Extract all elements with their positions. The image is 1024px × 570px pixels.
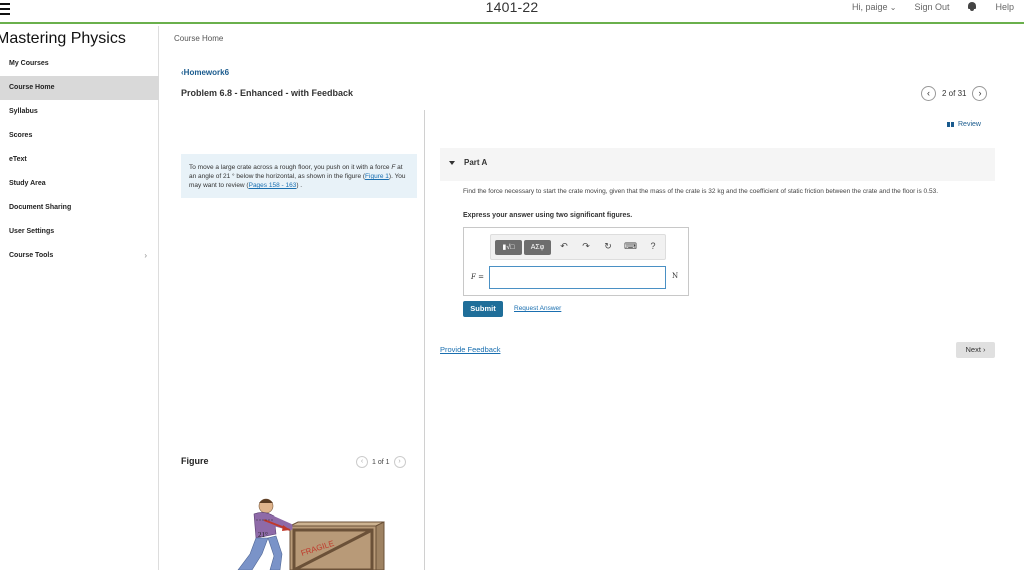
sidebar-item-syllabus[interactable]: Syllabus — [0, 100, 159, 124]
answer-input[interactable] — [489, 266, 666, 289]
angle-label: 21° — [258, 531, 268, 539]
back-link[interactable]: ‹Homework6 — [181, 68, 229, 77]
pages-link[interactable]: Pages 158 - 163 — [249, 182, 297, 189]
provide-feedback-link[interactable]: Provide Feedback — [440, 345, 500, 354]
figure-image: FRAGILE 21° — [228, 492, 388, 570]
next-button[interactable]: Next › — [956, 342, 995, 358]
back-link-label: Homework6 — [183, 68, 230, 77]
sidebar: Mastering Physics My Courses Course Home… — [0, 26, 159, 570]
figure-link[interactable]: Figure 1 — [365, 173, 389, 180]
math-toolbar: ▮√□ ΑΣφ ↶ ↷ ↻ ⌨ ? — [490, 234, 666, 260]
request-answer-link[interactable]: Request Answer — [514, 305, 561, 312]
unit-label: N — [672, 272, 679, 280]
prev-problem-button[interactable]: ‹ — [921, 86, 936, 101]
undo-icon[interactable]: ↶ — [558, 241, 570, 252]
crate-push-illustration: FRAGILE 21° — [237, 498, 385, 570]
part-label: Part A — [464, 158, 488, 167]
bell-icon[interactable] — [967, 1, 977, 12]
sidebar-nav: My Courses Course Home Syllabus Scores e… — [0, 52, 159, 268]
sidebar-item-scores[interactable]: Scores — [0, 124, 159, 148]
keyboard-icon[interactable]: ⌨ — [624, 241, 637, 252]
variable-label: F = — [471, 273, 484, 281]
user-menu: Hi, paige Sign Out Help — [852, 1, 1014, 12]
submit-button[interactable]: Submit — [463, 301, 503, 317]
figure-pager: ‹ 1 of 1 › — [356, 456, 406, 468]
answer-box: ▮√□ ΑΣφ ↶ ↷ ↻ ⌨ ? F = N — [463, 227, 689, 296]
next-figure-button[interactable]: › — [393, 456, 406, 468]
chevron-right-icon: › — [144, 251, 147, 260]
problem-intro: To move a large crate across a rough flo… — [181, 154, 417, 198]
problem-pager: ‹ 2 of 31 › — [921, 86, 988, 101]
sidebar-item-user-settings[interactable]: User Settings — [0, 220, 159, 244]
prev-figure-button[interactable]: ‹ — [356, 456, 368, 468]
sidebar-item-study-area[interactable]: Study Area — [0, 172, 159, 196]
review-link[interactable]: Review — [947, 121, 981, 128]
figure-title: Figure — [181, 456, 209, 466]
intro-text: ) . — [296, 182, 303, 189]
pager-text: 2 of 31 — [942, 89, 967, 98]
help-icon[interactable]: ? — [647, 241, 659, 251]
intro-text: To move a large crate across a rough flo… — [189, 164, 392, 171]
question-text: Find the force necessary to start the cr… — [463, 188, 938, 195]
crate — [289, 521, 385, 570]
template-button[interactable]: ▮√□ — [495, 240, 522, 255]
column-divider — [424, 110, 425, 570]
breadcrumb[interactable]: Course Home — [174, 34, 223, 43]
reset-icon[interactable]: ↻ — [602, 241, 614, 252]
redo-icon[interactable]: ↷ — [580, 241, 592, 252]
review-label: Review — [958, 121, 981, 128]
next-problem-button[interactable]: › — [972, 86, 988, 101]
help-link[interactable]: Help — [995, 2, 1014, 12]
user-greeting[interactable]: Hi, paige — [852, 2, 896, 12]
sidebar-item-course-tools[interactable]: Course Tools › — [0, 244, 159, 268]
sidebar-item-etext[interactable]: eText — [0, 148, 159, 172]
columns-icon — [947, 122, 954, 127]
sidebar-item-my-courses[interactable]: My Courses — [0, 52, 159, 76]
symbols-button[interactable]: ΑΣφ — [524, 240, 551, 255]
sidebar-item-label: Course Tools — [9, 252, 54, 259]
caret-down-icon — [449, 161, 455, 165]
brand-title: Mastering Physics — [0, 30, 126, 47]
answer-instruction: Express your answer using two significan… — [463, 212, 633, 219]
top-bar: 1401-22 Hi, paige Sign Out Help — [0, 0, 1024, 24]
sidebar-item-document-sharing[interactable]: Document Sharing — [0, 196, 159, 220]
sidebar-item-course-home[interactable]: Course Home — [0, 76, 159, 100]
part-a-header[interactable]: Part A — [440, 148, 995, 181]
page-title: Problem 6.8 - Enhanced - with Feedback — [181, 88, 354, 98]
figure-pager-text: 1 of 1 — [372, 458, 390, 466]
sign-out-link[interactable]: Sign Out — [914, 2, 949, 12]
